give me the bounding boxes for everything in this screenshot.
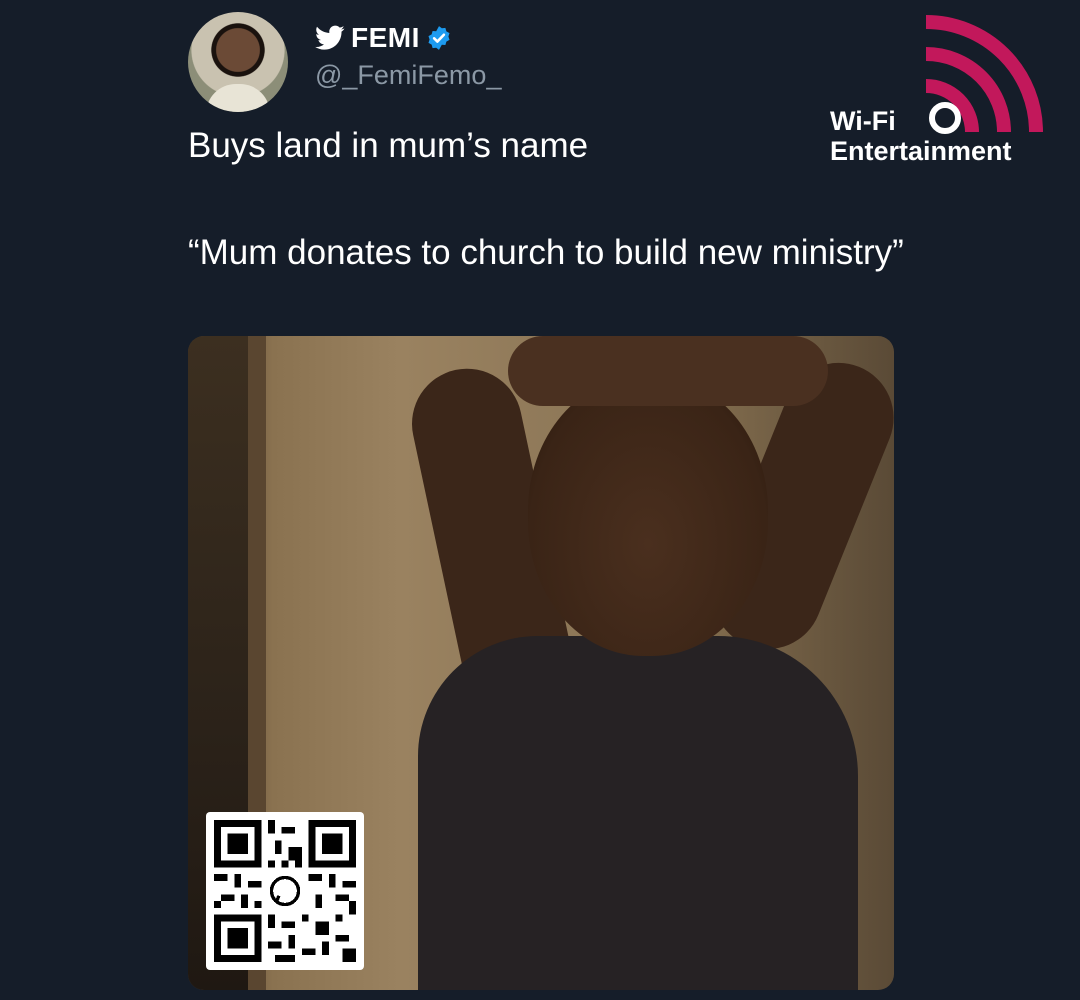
qr-code bbox=[206, 812, 364, 970]
watermark-wifi-text: Wi-Fi bbox=[830, 106, 896, 136]
display-name: FEMI bbox=[351, 22, 420, 53]
watermark-entertainment-text: Entertainment bbox=[830, 136, 1012, 166]
watermark-logo: Wi-Fi Entertainment bbox=[826, 14, 1056, 174]
avatar[interactable] bbox=[188, 12, 288, 112]
tweet-text-line2: “Mum donates to church to build new mini… bbox=[188, 233, 904, 272]
user-handle[interactable]: @_FemiFemo_ bbox=[315, 60, 501, 91]
author-name-row[interactable]: FEMI bbox=[315, 22, 452, 54]
wifi-icon bbox=[925, 15, 1043, 134]
twitter-bird-icon bbox=[315, 25, 345, 51]
tweet-text-line1: Buys land in mum’s name bbox=[188, 126, 589, 165]
verified-badge-icon bbox=[426, 25, 452, 51]
